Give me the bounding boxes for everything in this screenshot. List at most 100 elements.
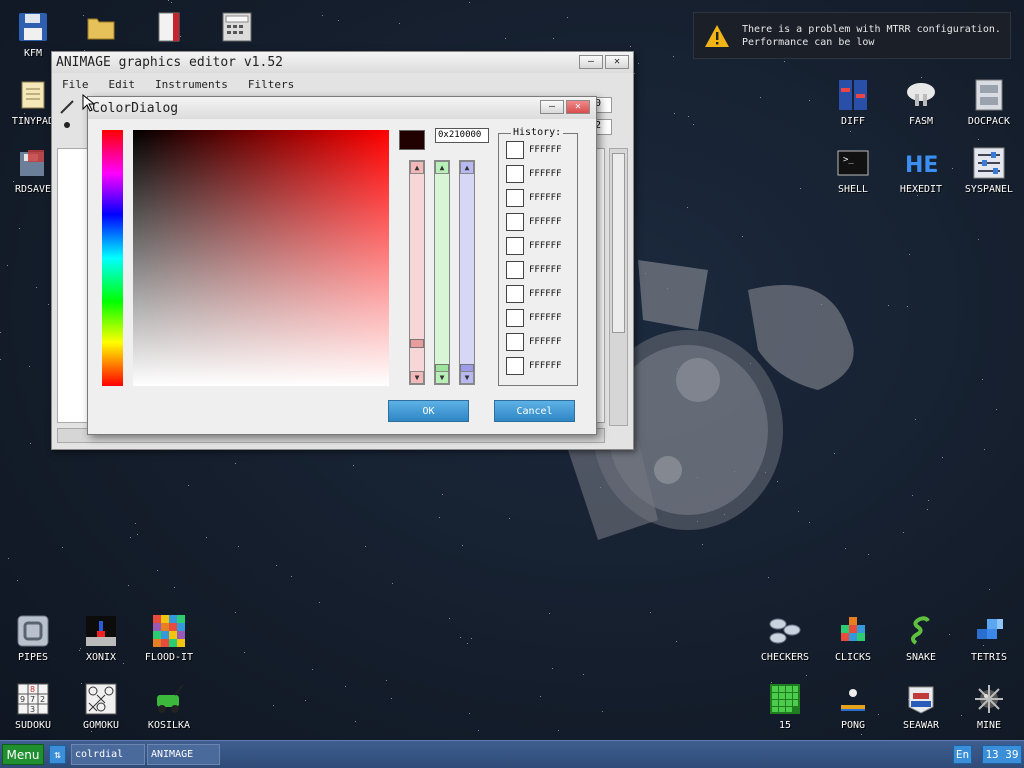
history-row[interactable]: FFFFFF <box>506 189 562 207</box>
desktop-icon-15[interactable]: 15 <box>753 682 817 731</box>
menu-file[interactable]: File <box>52 78 99 91</box>
desktop-icon-label: TETRIS <box>970 652 1008 663</box>
history-row[interactable]: FFFFFF <box>506 285 562 303</box>
blue-up-arrow[interactable]: ▲ <box>460 161 474 174</box>
history-value: FFFFFF <box>529 361 562 371</box>
clicks-icon <box>836 614 870 648</box>
history-row[interactable]: FFFFFF <box>506 309 562 327</box>
history-panel: History: FFFFFF FFFFFF FFFFFF FFFFFF FFFFFF F… <box>498 127 578 386</box>
ok-button[interactable]: OK <box>388 400 469 422</box>
task-animage[interactable]: ANIMAGE <box>147 744 220 765</box>
desktop-icon-book[interactable] <box>137 10 201 48</box>
save-disk-icon <box>16 146 50 180</box>
desktop-icon-hexedit[interactable]: HE HEXEDIT <box>889 146 953 195</box>
warning-icon <box>705 24 729 47</box>
saturation-value-picker[interactable] <box>133 130 389 386</box>
desktop-icon-sudoku[interactable]: 89723 SUDOKU <box>1 682 65 731</box>
language-indicator[interactable]: En <box>953 745 972 764</box>
history-row[interactable]: FFFFFF <box>506 213 562 231</box>
desktop-icon-label: CLICKS <box>834 652 872 663</box>
history-value: FFFFFF <box>529 145 562 155</box>
desktop-icon-snake[interactable]: SNAKE <box>889 614 953 663</box>
red-knob[interactable] <box>410 339 424 349</box>
switch-arrows-button[interactable]: ⇅ <box>49 745 66 764</box>
history-swatch[interactable] <box>506 285 524 303</box>
notification-popup[interactable]: There is a problem with MTRR configurati… <box>693 12 1011 59</box>
history-row[interactable]: FFFFFF <box>506 165 562 183</box>
history-row[interactable]: FFFFFF <box>506 357 562 375</box>
desktop-icon-pong[interactable]: PONG <box>821 682 885 731</box>
hexedit-icon: HE <box>904 146 938 180</box>
minimize-button[interactable]: – <box>579 55 603 69</box>
desktop-icon-gomoku[interactable]: GOMOKU <box>69 682 133 731</box>
red-slider[interactable]: ▲ ▼ <box>409 160 425 385</box>
task-colrdial[interactable]: colrdial <box>71 744 145 765</box>
desktop-icon-xonix[interactable]: XONIX <box>69 614 133 663</box>
desktop-icon-docpack[interactable]: DOCPACK <box>957 78 1021 127</box>
history-swatch[interactable] <box>506 165 524 183</box>
desktop-icon-calculator[interactable] <box>205 10 269 48</box>
desktop-icon-checkers[interactable]: CHECKERS <box>753 614 817 663</box>
hue-bar[interactable] <box>102 130 123 386</box>
history-row[interactable]: FFFFFF <box>506 141 562 159</box>
red-down-arrow[interactable]: ▼ <box>410 371 424 384</box>
history-swatch[interactable] <box>506 237 524 255</box>
desktop-icon-folder[interactable] <box>69 10 133 48</box>
menu-edit[interactable]: Edit <box>99 78 146 91</box>
desktop-icon-flood-it[interactable]: FLOOD-IT <box>137 614 201 663</box>
xonix-icon <box>84 614 118 648</box>
green-down-arrow[interactable]: ▼ <box>435 371 449 384</box>
desktop-icon-fasm[interactable]: FASM <box>889 78 953 127</box>
history-swatch[interactable] <box>506 213 524 231</box>
close-button[interactable]: ✕ <box>605 55 629 69</box>
history-row[interactable]: FFFFFF <box>506 261 562 279</box>
vertical-scrollbar[interactable] <box>609 148 628 426</box>
lawnmower-icon <box>152 682 186 716</box>
cancel-button[interactable]: Cancel <box>494 400 575 422</box>
clock[interactable]: 13 39 <box>982 745 1022 764</box>
svg-text:9: 9 <box>20 695 25 704</box>
red-up-arrow[interactable]: ▲ <box>410 161 424 174</box>
pencil-icon[interactable] <box>58 98 76 116</box>
desktop-icon-seawar[interactable]: SEAWAR <box>889 682 953 731</box>
desktop-icon-shell[interactable]: >_ SHELL <box>821 146 885 195</box>
history-value: FFFFFF <box>529 169 562 179</box>
menu-instruments[interactable]: Instruments <box>145 78 238 91</box>
mine-icon <box>972 682 1006 716</box>
history-swatch[interactable] <box>506 333 524 351</box>
desktop-icon-diff[interactable]: DIFF <box>821 78 885 127</box>
desktop-icon-syspanel[interactable]: SYSPANEL <box>957 146 1021 195</box>
fasm-icon <box>904 78 938 112</box>
start-menu-button[interactable]: Menu <box>2 744 44 765</box>
brush-dot-icon[interactable] <box>64 122 70 128</box>
desktop-icon-pipes[interactable]: PIPES <box>1 614 65 663</box>
color-dialog-window[interactable]: ColorDialog – ✕ 0x210000 ▲ ▼ ▲ ▼ ▲ ▼ His… <box>87 96 597 435</box>
desktop-icon-label: XONIX <box>85 652 117 663</box>
desktop-icon-label: DOCPACK <box>967 116 1011 127</box>
animage-titlebar[interactable]: ANIMAGE graphics editor v1.52 <box>52 52 633 73</box>
history-row[interactable]: FFFFFF <box>506 237 562 255</box>
blue-slider[interactable]: ▲ ▼ <box>459 160 475 385</box>
blue-down-arrow[interactable]: ▼ <box>460 371 474 384</box>
desktop-icon-tetris[interactable]: TETRIS <box>957 614 1021 663</box>
desktop-icon-clicks[interactable]: CLICKS <box>821 614 885 663</box>
history-swatch[interactable] <box>506 189 524 207</box>
svg-text:3: 3 <box>30 705 35 714</box>
vertical-scroll-thumb[interactable] <box>612 153 625 333</box>
history-swatch[interactable] <box>506 261 524 279</box>
history-row[interactable]: FFFFFF <box>506 333 562 351</box>
history-swatch[interactable] <box>506 357 524 375</box>
history-swatch[interactable] <box>506 309 524 327</box>
green-up-arrow[interactable]: ▲ <box>435 161 449 174</box>
color-dialog-titlebar[interactable]: ColorDialog <box>88 97 596 119</box>
desktop-icon-mine[interactable]: MINE <box>957 682 1021 731</box>
hex-color-input[interactable]: 0x210000 <box>435 128 489 143</box>
green-slider[interactable]: ▲ ▼ <box>434 160 450 385</box>
desktop-icon-kosilka[interactable]: KOSILKA <box>137 682 201 731</box>
minimize-button[interactable]: – <box>540 100 564 114</box>
menu-filters[interactable]: Filters <box>238 78 304 91</box>
close-button[interactable]: ✕ <box>566 100 590 114</box>
history-swatch[interactable] <box>506 141 524 159</box>
desktop-icon-label: FLOOD-IT <box>144 652 194 663</box>
docpack-icon <box>972 78 1006 112</box>
